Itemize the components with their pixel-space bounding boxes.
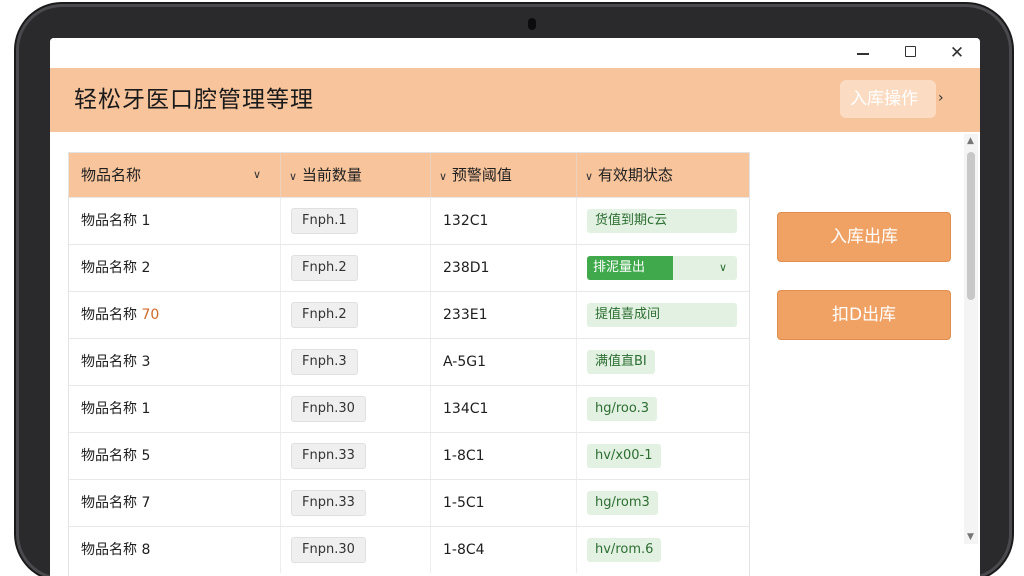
scroll-down-icon[interactable]: ▼ [967,532,974,542]
maximize-icon [905,46,916,57]
quantity-chip: Fnph.2 [291,255,358,281]
status-dropdown[interactable]: 排泥量出 ∨ [587,256,737,280]
page-title: 轻松牙医口腔管理等理 [74,87,314,113]
quantity-chip: Fnpn.33 [291,443,366,469]
expiry-cell: 货值到期c云 [577,198,749,244]
item-name: 物品名称 1 [69,386,281,432]
status-badge: hv/x00-1 [587,444,661,468]
item-name: 物品名称 5 [69,433,281,479]
table-header: 物品名称 ∨ ∨ 当前数量 ∨ 预警阈值 ∨ 有效期状态 [69,153,749,197]
camera-icon [528,18,536,30]
chevron-down-icon: ∨ [289,170,298,183]
table-row[interactable]: 物品名称 70 Fnph.2 233E1 提值喜成间 [69,291,749,338]
table-row[interactable]: 物品名称 2 Fnph.2 238D1 排泥量出 ∨ [69,244,749,291]
table-row[interactable]: 物品名称 7 Fnpn.33 1-5C1 hg/rom3 [69,479,749,526]
table-row[interactable]: 物品名称 5 Fnpn.33 1-8C1 hv/x00-1 [69,432,749,479]
item-name: 物品名称 8 [69,527,281,573]
quantity-chip: Fnph.3 [291,349,358,375]
minimize-button[interactable] [852,42,874,64]
item-name: 物品名称 1 [69,198,281,244]
minimize-icon [857,53,869,55]
quantity-cell: Fnpn.30 [281,527,431,573]
expiry-cell: 满值直BI [577,339,749,385]
column-header-threshold[interactable]: ∨ 预警阈值 [431,153,577,197]
quantity-cell: Fnph.3 [281,339,431,385]
table-row[interactable]: 物品名称 1 Fnph.30 134C1 hg/roo.3 [69,385,749,432]
column-header-name[interactable]: 物品名称 ∨ [69,153,281,197]
status-badge: 满值直BI [587,350,655,374]
column-label: 预警阈值 [451,166,512,184]
quantity-cell: Fnph.2 [281,245,431,291]
column-label: 物品名称 [81,166,142,184]
threshold-cell: 233E1 [431,292,577,338]
quantity-chip: Fnph.30 [291,396,366,422]
quantity-chip: Fnpn.30 [291,537,366,563]
scroll-thumb[interactable] [967,152,975,300]
app-header: 轻松牙医口腔管理等理 入库操作 › [50,68,980,132]
threshold-cell: 238D1 [431,245,577,291]
status-badge: 提值喜成间 [587,303,737,327]
chevron-down-icon: ∨ [253,168,262,181]
scroll-up-icon[interactable]: ▲ [967,136,974,146]
item-name: 物品名称 70 [69,292,281,338]
quantity-chip: Fnph.1 [291,208,358,234]
threshold-cell: A-5G1 [431,339,577,385]
quantity-cell: Fnpn.33 [281,433,431,479]
item-name: 物品名称 2 [69,245,281,291]
quantity-cell: Fnph.1 [281,198,431,244]
threshold-cell: 134C1 [431,386,577,432]
chevron-down-icon: ∨ [439,170,448,183]
quantity-cell: Fnph.2 [281,292,431,338]
threshold-cell: 132C1 [431,198,577,244]
column-label: 有效期状态 [597,166,673,184]
quantity-chip: Fnph.2 [291,302,358,328]
expiry-cell: 提值喜成间 [577,292,749,338]
chevron-down-icon: ∨ [718,261,727,274]
column-header-expiry[interactable]: ∨ 有效期状态 [577,153,749,197]
expiry-cell: hg/rom3 [577,480,749,526]
stock-in-out-button[interactable]: 入库出库 [777,212,951,262]
status-selected-value: 排泥量出 [587,256,673,280]
close-button[interactable]: ✕ [946,42,968,64]
item-number-accent: 70 [141,307,160,323]
column-label: 当前数量 [301,166,362,184]
inventory-table: 物品名称 ∨ ∨ 当前数量 ∨ 预警阈值 ∨ 有效期状态 物品名称 1 Fnph… [68,152,750,576]
quantity-cell: Fnpn.33 [281,480,431,526]
quantity-cell: Fnph.30 [281,386,431,432]
vertical-scrollbar[interactable]: ▲ ▼ [964,134,978,544]
expiry-cell: hv/rom.6 [577,527,749,573]
close-icon: ✕ [949,43,965,63]
stock-out-button[interactable]: 扣D出库 [777,290,951,340]
threshold-cell: 1-8C1 [431,433,577,479]
expiry-cell: hv/x00-1 [577,433,749,479]
status-badge: hv/rom.6 [587,538,662,562]
stage: ✕ 轻松牙医口腔管理等理 入库操作 › 物品名称 ∨ ∨ 当前数量 ∨ 预警阈值… [0,0,1024,576]
table-row[interactable]: 物品名称 3 Fnph.3 A-5G1 满值直BI [69,338,749,385]
status-badge: hg/roo.3 [587,397,658,421]
item-name: 物品名称 3 [69,339,281,385]
table-row[interactable]: 物品名称 1 Fnph.1 132C1 货值到期c云 [69,197,749,244]
threshold-cell: 1-5C1 [431,480,577,526]
chevron-right-icon[interactable]: › [938,90,944,106]
status-badge: hg/rom3 [587,491,658,515]
window-titlebar: ✕ [50,38,980,68]
item-name: 物品名称 7 [69,480,281,526]
threshold-cell: 1-8C4 [431,527,577,573]
stock-in-action-button[interactable]: 入库操作 [840,80,936,118]
maximize-button[interactable] [900,42,922,64]
app-window: ✕ 轻松牙医口腔管理等理 入库操作 › 物品名称 ∨ ∨ 当前数量 ∨ 预警阈值… [50,38,980,576]
expiry-cell: 排泥量出 ∨ [577,245,749,291]
chevron-down-icon: ∨ [585,170,594,183]
column-header-quantity[interactable]: ∨ 当前数量 [281,153,431,197]
expiry-cell: hg/roo.3 [577,386,749,432]
quantity-chip: Fnpn.33 [291,490,366,516]
table-row[interactable]: 物品名称 8 Fnpn.30 1-8C4 hv/rom.6 [69,526,749,573]
status-badge: 货值到期c云 [587,209,737,233]
